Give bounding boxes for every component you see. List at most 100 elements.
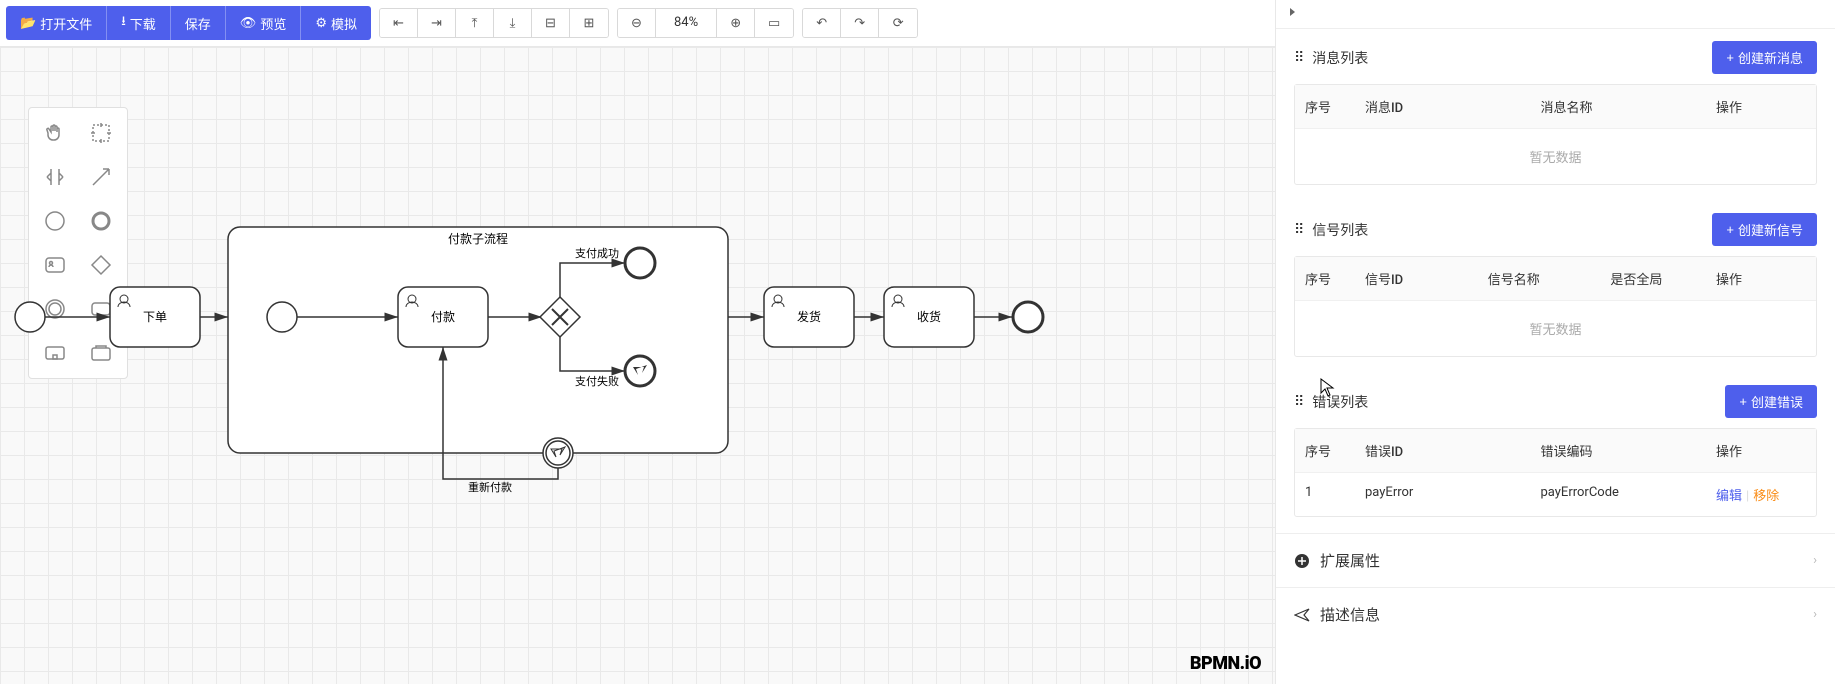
download-icon: ⭳ bbox=[121, 12, 126, 34]
error-row-idx: 1 bbox=[1295, 473, 1355, 516]
open-file-label: 打开文件 bbox=[40, 14, 92, 33]
align-bottom-button[interactable]: ⤓ bbox=[494, 9, 532, 37]
download-button[interactable]: ⭳下载 bbox=[107, 6, 171, 40]
label-retry: 重新付款 bbox=[468, 480, 512, 494]
error-row-id: payError bbox=[1355, 473, 1531, 516]
col-signal-name: 信号名称 bbox=[1478, 257, 1601, 300]
boundary-error-event[interactable] bbox=[543, 438, 573, 468]
chevron-right-icon: › bbox=[1813, 553, 1817, 568]
remove-error-link[interactable]: 移除 bbox=[1753, 489, 1779, 504]
zoom-fit-button[interactable]: ▭ bbox=[755, 9, 793, 37]
chevron-right-icon: › bbox=[1813, 607, 1817, 622]
preview-label: 预览 bbox=[260, 14, 286, 33]
zoom-percent: 84% bbox=[656, 9, 717, 37]
grip-icon: ⠿ bbox=[1294, 50, 1304, 66]
add-message-button[interactable]: + 创建新消息 bbox=[1712, 41, 1817, 74]
top-toolbar: 📂打开文件 ⭳下载 保存 👁预览 ⚙模拟 ⇤ ⇥ ⤒ ⤓ ⊟ ⊞ ⊖ 84% ⊕… bbox=[0, 0, 1275, 47]
col-op: 操作 bbox=[1706, 85, 1816, 128]
messages-empty: 暂无数据 bbox=[1295, 128, 1816, 184]
bpmn-diagram: 下单 付款子流程 付款 支付成功 bbox=[0, 47, 1275, 687]
label-fail: 支付失败 bbox=[575, 374, 619, 388]
description-accordion[interactable]: 描述信息 › bbox=[1276, 587, 1835, 641]
signals-section: ⠿ 信号列表 + 创建新信号 序号 信号ID 信号名称 是否全局 操作 暂无数据 bbox=[1276, 201, 1835, 373]
task-receive-label: 收货 bbox=[917, 309, 941, 324]
chevron-right-icon bbox=[1286, 6, 1298, 18]
inner-start-event[interactable] bbox=[267, 302, 297, 332]
zoom-out-button[interactable]: ⊖ bbox=[618, 9, 656, 37]
col-global: 是否全局 bbox=[1600, 257, 1706, 300]
simulate-button[interactable]: ⚙模拟 bbox=[301, 6, 371, 40]
error-row-code: payErrorCode bbox=[1531, 473, 1707, 516]
plus-icon: + bbox=[1726, 50, 1734, 65]
col-message-id: 消息ID bbox=[1355, 85, 1531, 128]
errors-section: ⠿错误列表 +创建错误 序号 错误ID 错误编码 操作 1 payError p… bbox=[1276, 373, 1835, 533]
end-event-success[interactable] bbox=[625, 248, 655, 278]
label-success: 支付成功 bbox=[575, 247, 619, 260]
col-signal-id: 信号ID bbox=[1355, 257, 1478, 300]
col-op: 操作 bbox=[1706, 429, 1816, 472]
save-label: 保存 bbox=[185, 14, 211, 33]
align-center-v-button[interactable]: ⊞ bbox=[570, 9, 608, 37]
panel-collapse-button[interactable] bbox=[1276, 0, 1835, 29]
grip-icon: ⠿ bbox=[1294, 222, 1304, 238]
start-event[interactable] bbox=[15, 302, 45, 332]
download-label: 下载 bbox=[130, 14, 156, 33]
gear-icon: ⚙ bbox=[315, 15, 327, 31]
col-idx: 序号 bbox=[1295, 257, 1355, 300]
zoom-group: ⊖ 84% ⊕ ▭ bbox=[617, 8, 794, 38]
zoom-in-button[interactable]: ⊕ bbox=[717, 9, 755, 37]
col-idx: 序号 bbox=[1295, 429, 1355, 472]
align-left-button[interactable]: ⇤ bbox=[380, 9, 418, 37]
simulate-label: 模拟 bbox=[331, 14, 357, 33]
folder-icon: 📂 bbox=[20, 15, 36, 31]
subprocess-title: 付款子流程 bbox=[448, 231, 508, 246]
errors-table: 序号 错误ID 错误编码 操作 1 payError payErrorCode … bbox=[1294, 428, 1817, 517]
col-idx: 序号 bbox=[1295, 85, 1355, 128]
col-error-id: 错误ID bbox=[1355, 429, 1531, 472]
properties-panel: ⠿ 消息列表 + 创建新消息 序号 消息ID 消息名称 操作 暂无数据 ⠿ 信号列表 … bbox=[1275, 0, 1835, 684]
add-error-label: 创建错误 bbox=[1751, 392, 1803, 411]
edit-error-link[interactable]: 编辑 bbox=[1716, 489, 1742, 504]
bpmn-logo: BPMN.iO bbox=[1190, 653, 1261, 674]
add-message-label: 创建新消息 bbox=[1738, 48, 1803, 67]
extension-properties-label: 扩展属性 bbox=[1320, 550, 1380, 571]
end-event-fail[interactable] bbox=[625, 356, 655, 386]
task-order-label: 下单 bbox=[143, 310, 167, 324]
align-group: ⇤ ⇥ ⤒ ⤓ ⊟ ⊞ bbox=[379, 8, 609, 38]
col-message-name: 消息名称 bbox=[1531, 85, 1707, 128]
signals-table: 序号 信号ID 信号名称 是否全局 操作 暂无数据 bbox=[1294, 256, 1817, 357]
error-row-ops: 编辑|移除 bbox=[1706, 473, 1816, 516]
plus-icon: + bbox=[1739, 394, 1747, 409]
diagram-canvas[interactable]: 下单 付款子流程 付款 支付成功 bbox=[0, 47, 1275, 684]
add-signal-label: 创建新信号 bbox=[1738, 220, 1803, 239]
undo-button[interactable]: ↶ bbox=[803, 9, 841, 37]
align-right-button[interactable]: ⇥ bbox=[418, 9, 456, 37]
add-error-button[interactable]: + 创建错误 bbox=[1725, 385, 1817, 418]
signals-empty: 暂无数据 bbox=[1295, 300, 1816, 356]
add-signal-button[interactable]: + 创建新信号 bbox=[1712, 213, 1817, 246]
align-center-h-button[interactable]: ⊟ bbox=[532, 9, 570, 37]
eye-icon: 👁 bbox=[240, 15, 257, 31]
redo-button[interactable]: ↷ bbox=[841, 9, 879, 37]
save-button[interactable]: 保存 bbox=[171, 6, 226, 40]
preview-button[interactable]: 👁预览 bbox=[226, 6, 302, 40]
messages-section: ⠿ 消息列表 + 创建新消息 序号 消息ID 消息名称 操作 暂无数据 bbox=[1276, 29, 1835, 201]
plus-circle-icon bbox=[1294, 553, 1310, 569]
refresh-button[interactable]: ⟳ bbox=[879, 9, 917, 37]
task-pay-label: 付款 bbox=[431, 310, 455, 324]
signals-title: 信号列表 bbox=[1312, 220, 1368, 240]
messages-table: 序号 消息ID 消息名称 操作 暂无数据 bbox=[1294, 84, 1817, 185]
col-error-code: 错误编码 bbox=[1531, 429, 1707, 472]
open-file-button[interactable]: 📂打开文件 bbox=[6, 6, 107, 40]
plus-icon: + bbox=[1726, 222, 1734, 237]
file-actions-group: 📂打开文件 ⭳下载 保存 👁预览 ⚙模拟 bbox=[6, 6, 371, 40]
extension-properties-accordion[interactable]: 扩展属性 › bbox=[1276, 533, 1835, 587]
task-ship-label: 发货 bbox=[797, 309, 821, 324]
history-group: ↶ ↷ ⟳ bbox=[802, 8, 918, 38]
messages-title: 消息列表 bbox=[1312, 48, 1368, 68]
align-top-button[interactable]: ⤒ bbox=[456, 9, 494, 37]
grip-icon: ⠿ bbox=[1294, 394, 1304, 410]
description-label: 描述信息 bbox=[1320, 604, 1380, 625]
col-op: 操作 bbox=[1706, 257, 1816, 300]
end-event[interactable] bbox=[1013, 302, 1043, 332]
